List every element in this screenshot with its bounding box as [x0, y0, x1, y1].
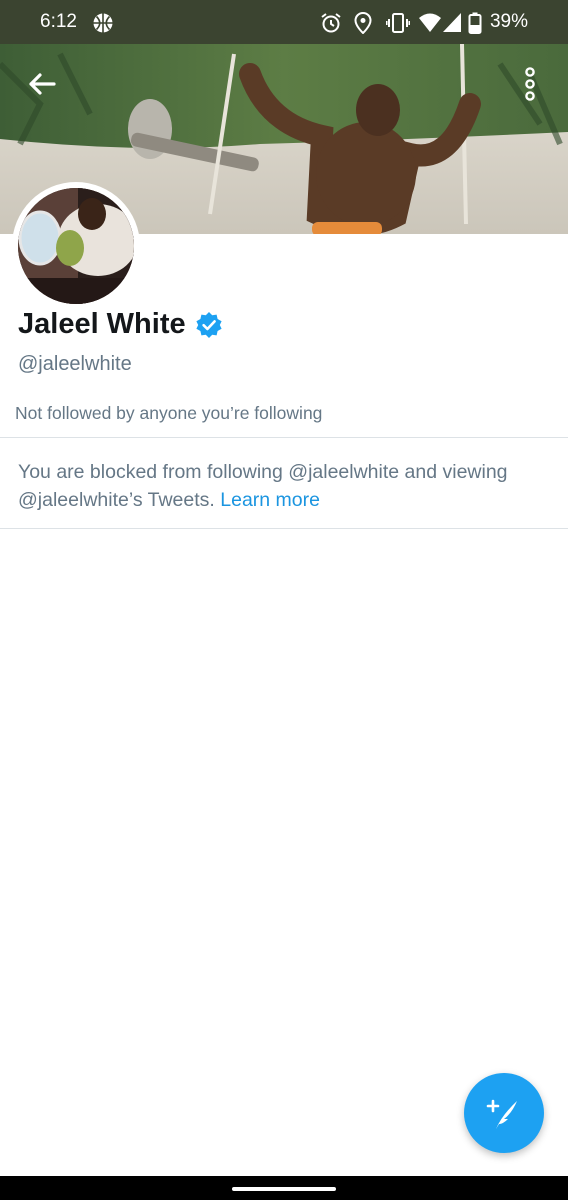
profile-display-name: Jaleel White: [18, 308, 223, 341]
vibrate-icon: [386, 13, 410, 33]
alarm-icon: [321, 13, 341, 33]
learn-more-link[interactable]: Learn more: [220, 489, 320, 511]
status-bar: 6:12 39%: [0, 0, 568, 44]
system-navigation-bar: [0, 1176, 568, 1200]
verified-badge-icon: [196, 311, 222, 338]
status-time: 6:12: [40, 11, 77, 32]
divider: [0, 528, 568, 529]
signal-icon: [443, 13, 461, 32]
battery-percent: 39%: [489, 11, 528, 32]
blocked-notice: You are blocked from following @jaleelwh…: [18, 458, 553, 514]
home-gesture-handle[interactable]: [232, 1187, 336, 1191]
profile-handle: @jaleelwhite: [18, 353, 132, 375]
battery-icon: [468, 12, 482, 34]
compose-tweet-icon: [486, 1099, 517, 1129]
divider: [0, 437, 568, 438]
back-arrow-icon[interactable]: [24, 66, 60, 102]
compose-tweet-button[interactable]: [464, 1073, 544, 1153]
more-vertical-icon[interactable]: [516, 64, 544, 104]
display-name-text: Jaleel White: [18, 308, 186, 340]
followers-you-know-text: Not followed by anyone you’re following: [15, 403, 323, 423]
location-icon: [354, 12, 372, 34]
profile-avatar[interactable]: [12, 182, 140, 310]
basketball-icon: [93, 13, 113, 33]
wifi-icon: [419, 13, 441, 32]
